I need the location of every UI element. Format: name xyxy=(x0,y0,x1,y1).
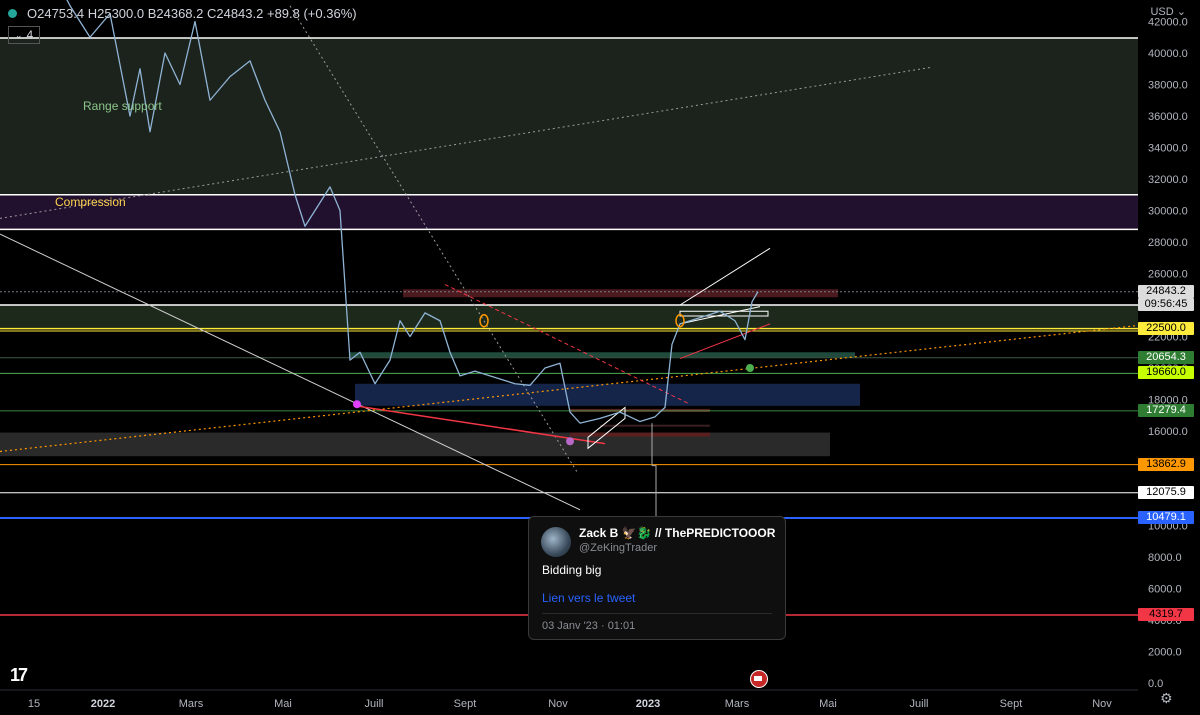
price-tag: 22500.0 xyxy=(1138,321,1194,335)
divider xyxy=(542,613,772,614)
y-tick-label: 36000.0 xyxy=(1148,111,1188,123)
annotation-range-support: Range support xyxy=(83,99,162,113)
x-tick-label: Nov xyxy=(548,698,568,710)
avatar xyxy=(541,527,571,557)
y-tick-label: 28000.0 xyxy=(1148,237,1188,249)
x-tick-label: Mars xyxy=(725,698,750,710)
price-tag: 13862.9 xyxy=(1138,457,1194,471)
price-tag: 19660.0 xyxy=(1138,366,1194,380)
y-tick-label: 42000.0 xyxy=(1148,17,1188,29)
compression-zone xyxy=(0,194,1138,230)
blue-zone xyxy=(355,383,860,406)
pivot-marker-1 xyxy=(353,400,361,409)
connector-to-tweet xyxy=(652,465,657,516)
y-tick-label: 30000.0 xyxy=(1148,206,1188,218)
x-tick-label: 15 xyxy=(28,698,40,710)
annotation-compression: Compression xyxy=(55,195,126,209)
price-tag: 24843.2 xyxy=(1138,284,1194,298)
price-tag: 12075.9 xyxy=(1138,485,1194,499)
y-tick-label: 8000.0 xyxy=(1148,552,1182,564)
x-tick-label: Sept xyxy=(454,698,477,710)
price-tag: 10479.1 xyxy=(1138,510,1194,524)
x-tick-label: Mars xyxy=(179,698,204,710)
y-tick-label: 16000.0 xyxy=(1148,426,1188,438)
price-tag: 17279.4 xyxy=(1138,403,1194,417)
y-tick-label: 32000.0 xyxy=(1148,174,1188,186)
y-tick-label: 38000.0 xyxy=(1148,80,1188,92)
pivot-marker-5 xyxy=(746,364,754,372)
symbol-dot-icon xyxy=(8,9,17,18)
gear-icon[interactable]: ⚙ xyxy=(1160,690,1173,707)
range-support-zone xyxy=(0,38,1138,195)
x-tick-label: Nov xyxy=(1092,698,1112,710)
ohlc-values: O24753.4 H25300.0 B24368.2 C24843.2 +89.… xyxy=(27,6,357,21)
tweet-author-name: Zack B 🦅🐉 // ThePREDICTOOOR xyxy=(579,526,776,540)
price-tag: 20654.3 xyxy=(1138,350,1194,364)
x-tick-label: Juill xyxy=(910,698,929,710)
green-zone xyxy=(0,305,1138,329)
y-tick-label: 40000.0 xyxy=(1148,48,1188,60)
y-tick-label: 6000.0 xyxy=(1148,584,1182,596)
y-tick-label: 2000.0 xyxy=(1148,647,1182,659)
y-tick-label: 0.0 xyxy=(1148,678,1163,690)
x-tick-label: 2023 xyxy=(636,698,660,710)
countdown-tag: 09:56:45 xyxy=(1138,297,1194,311)
interval-toggle[interactable]: ⌄ 4 xyxy=(8,26,41,44)
eye-icon: ⌄ xyxy=(15,30,23,40)
trendline-descending xyxy=(0,233,581,511)
price-tag: 4319.7 xyxy=(1138,607,1194,621)
tweet-text: Bidding big xyxy=(542,563,602,577)
us-flag-icon[interactable] xyxy=(750,670,768,688)
tradingview-logo[interactable]: 17 xyxy=(10,665,28,686)
teal-zone xyxy=(350,352,855,358)
x-tick-label: Juill xyxy=(365,698,384,710)
tweet-author-handle: @ZeKingTrader xyxy=(579,542,658,554)
red-small-zone-1 xyxy=(570,408,710,412)
x-tick-label: Sept xyxy=(1000,698,1023,710)
x-tick-label: Mai xyxy=(274,698,292,710)
y-tick-label: 26000.0 xyxy=(1148,269,1188,281)
interval-value: 4 xyxy=(26,28,34,42)
x-tick-label: 2022 xyxy=(91,698,115,710)
tweet-card[interactable]: Zack B 🦅🐉 // ThePREDICTOOOR @ZeKingTrade… xyxy=(528,516,786,640)
ohlc-legend: O24753.4 H25300.0 B24368.2 C24843.2 +89.… xyxy=(8,6,357,21)
currency-label: USD xyxy=(1150,6,1174,18)
x-tick-label: Mai xyxy=(819,698,837,710)
tweet-date: 03 Janv '23 · 01:01 xyxy=(542,620,636,632)
y-tick-label: 34000.0 xyxy=(1148,143,1188,155)
pivot-marker-2 xyxy=(566,437,574,446)
tweet-link[interactable]: Lien vers le tweet xyxy=(542,591,635,605)
chevron-down-icon: ⌄ xyxy=(1176,6,1186,18)
currency-selector[interactable]: USD ⌄ xyxy=(1150,5,1186,18)
